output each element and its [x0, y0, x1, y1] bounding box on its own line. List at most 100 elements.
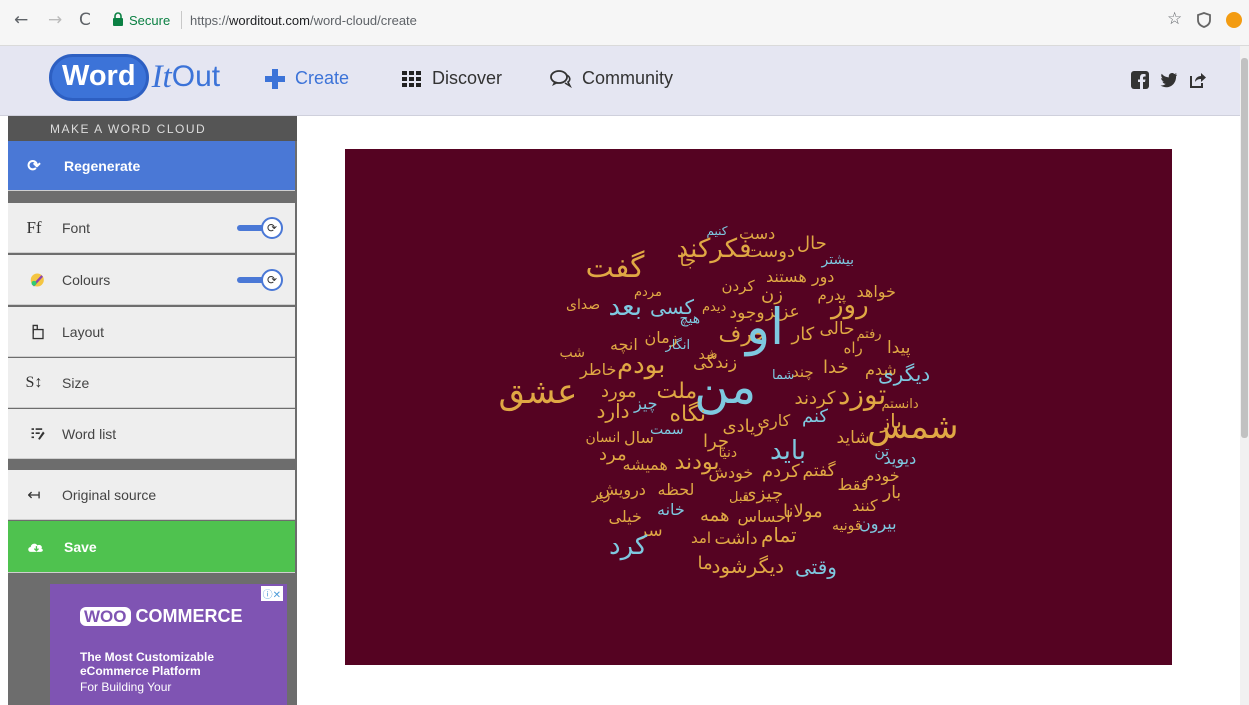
worditout-logo[interactable]: Word It Out	[49, 53, 221, 101]
scroll-thumb[interactable]	[1241, 58, 1248, 438]
cloud-word: چیز	[634, 394, 658, 413]
ad-logo-commerce: COMMERCE	[135, 606, 243, 626]
sidebar-item-colours[interactable]: Colours ⟳	[8, 255, 295, 305]
reload-icon[interactable]: C	[79, 10, 91, 30]
back-arrow-icon: ↤	[27, 486, 41, 504]
cloud-word: پیدا	[887, 337, 911, 358]
cloud-word: خودم	[864, 466, 900, 485]
logo-out: Out	[171, 60, 221, 93]
extension-icon[interactable]	[1226, 12, 1242, 28]
ad-subtext: For Building Your	[80, 680, 172, 694]
cloud-word: شب	[559, 345, 585, 361]
logo-it: It	[151, 58, 172, 95]
sidebar-item-label: Word list	[62, 425, 117, 442]
advertisement[interactable]: ⓘ✕ WOO COMMERCE The Most Customizable eC…	[50, 584, 287, 705]
facebook-icon[interactable]	[1131, 71, 1149, 89]
cloud-word: تمام	[761, 523, 797, 547]
refresh-icon: ⟳	[261, 269, 283, 291]
share-icon[interactable]	[1188, 71, 1206, 89]
cloud-word: جا	[679, 250, 697, 271]
cloud-word: او	[746, 298, 785, 356]
cloud-word: کار	[791, 324, 815, 345]
cloud-word: زیر	[592, 487, 611, 503]
nav-discover-label: Discover	[432, 68, 503, 88]
save-label: Save	[64, 538, 97, 555]
cloud-word: امد	[691, 528, 712, 547]
lock-icon	[113, 12, 123, 26]
font-randomize-toggle[interactable]: ⟳	[237, 217, 283, 239]
cloud-word: دیوید	[883, 449, 917, 468]
app-header: Word It Out Create Discover Community	[0, 46, 1240, 116]
sidebar-item-label: Font	[62, 219, 91, 236]
cloud-word: عشق	[498, 372, 578, 412]
cloud-word: هیچ	[679, 311, 701, 327]
cloud-word: کنم	[802, 406, 828, 427]
cloud-word: همیشه	[622, 455, 668, 474]
cloud-word: انسان	[585, 430, 621, 446]
cloud-word: بودم	[617, 350, 666, 380]
url-path: /word-cloud/create	[309, 13, 417, 28]
colours-randomize-toggle[interactable]: ⟳	[237, 269, 283, 291]
sidebar-item-font[interactable]: Ff Font ⟳	[8, 203, 295, 253]
forward-arrow-icon[interactable]: →	[48, 10, 62, 30]
regenerate-label: Regenerate	[64, 157, 141, 174]
cloud-word: توزد	[838, 378, 887, 411]
cloud-word: بار	[883, 482, 902, 503]
sidebar-item-word-list[interactable]: Word list	[8, 409, 295, 459]
cloud-word: دارد	[596, 399, 630, 423]
cloud-word: خانه	[657, 500, 685, 519]
address-bar[interactable]: https://worditout.com/word-cloud/create	[190, 13, 417, 28]
cloud-word: ملت	[656, 379, 698, 404]
nav-create[interactable]: Create	[265, 68, 349, 89]
url-divider	[181, 11, 182, 29]
regenerate-button[interactable]: ⟳ Regenerate	[8, 141, 295, 191]
grid-list-icon	[402, 70, 421, 87]
cloud-word: دوست	[745, 241, 795, 262]
secure-label: Secure	[129, 13, 171, 28]
original-source-button[interactable]: ↤ Original source	[8, 470, 295, 520]
cloud-word: حال	[797, 233, 827, 254]
edit-list-icon	[31, 427, 45, 440]
sidebar-item-layout[interactable]: Layout	[8, 307, 295, 357]
cloud-word: بعد	[608, 292, 642, 322]
sidebar-item-size[interactable]: S↕ Size	[8, 358, 295, 408]
cloud-word: دیگرشود	[711, 554, 785, 578]
sidebar: MAKE A WORD CLOUD ⟳ Regenerate Ff Font ⟳…	[8, 116, 297, 705]
ad-logo-woo: WOO	[80, 607, 131, 626]
scrollbar[interactable]	[1240, 46, 1249, 705]
cloud-word: کردن	[721, 276, 755, 295]
cloud-word: کردم	[762, 461, 800, 482]
palette-icon	[30, 272, 44, 287]
nav-community[interactable]: Community	[550, 68, 673, 89]
save-button[interactable]: Save	[8, 521, 295, 573]
cloud-word: گفتم	[802, 460, 836, 481]
ad-headline: The Most Customizable eCommerce Platform	[80, 650, 215, 678]
chat-bubbles-icon	[550, 69, 572, 88]
layout-icon	[32, 324, 44, 339]
logo-word: Word	[49, 53, 149, 101]
star-icon[interactable]: ☆	[1167, 9, 1182, 29]
sidebar-item-label: Layout	[62, 323, 105, 340]
cloud-word: وقتی	[795, 555, 837, 579]
word-cloud-canvas[interactable]: دست کنیم حال دوست فکرکند جا بیشتر گفت دور هستند ک…	[345, 149, 1172, 665]
cloud-word: لحظه	[657, 480, 695, 499]
sidebar-title: MAKE A WORD CLOUD	[8, 116, 297, 141]
cloud-word: ما	[697, 553, 713, 574]
cloud-word: خدا	[823, 357, 849, 378]
cloud-word: بیشتر	[821, 252, 855, 268]
cloud-word: چیزی	[742, 483, 784, 504]
cloud-word: بیرون	[859, 514, 897, 533]
ad-choices-icon[interactable]: ⓘ✕	[260, 586, 283, 601]
cloud-word: شاید	[836, 427, 870, 448]
refresh-icon: ⟳	[27, 157, 41, 175]
back-arrow-icon[interactable]: ←	[14, 10, 28, 30]
shield-extension-icon[interactable]	[1197, 12, 1211, 28]
cloud-word: دنیا	[718, 445, 738, 461]
cloud-word: خودش	[708, 463, 754, 482]
cloud-word: شمس	[867, 407, 959, 447]
cloud-word: کرد	[609, 531, 648, 561]
nav-discover[interactable]: Discover	[402, 68, 502, 89]
cloud-word: دیدم	[702, 299, 727, 315]
twitter-icon[interactable]	[1160, 71, 1178, 89]
cloud-word: دور هستند	[766, 267, 835, 286]
